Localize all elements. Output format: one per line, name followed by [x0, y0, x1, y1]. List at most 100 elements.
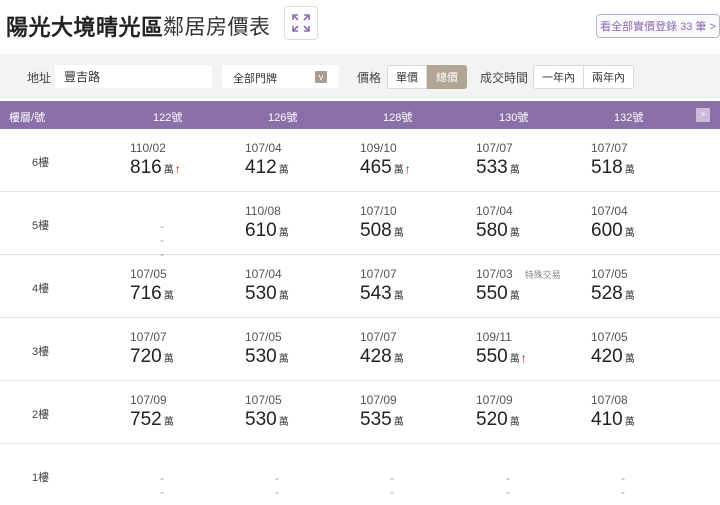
price-value: 550 — [476, 346, 508, 367]
deal-date: 107/05 — [591, 267, 628, 281]
price-value: 533 — [476, 157, 508, 178]
deal-price: 816 萬↑ — [130, 157, 181, 179]
two-years-toggle[interactable]: 兩年內 — [583, 65, 634, 89]
deal-date-text: 107/05 — [591, 330, 628, 344]
price-unit: 萬 — [624, 291, 635, 302]
deal-price: 543 萬 — [360, 283, 404, 305]
empty-mark: --- — [506, 471, 511, 505]
deal-price: 518 萬 — [591, 157, 635, 179]
deal-date: 107/08 — [591, 393, 628, 407]
price-value: 543 — [360, 283, 392, 304]
price-unit: 萬 — [163, 291, 174, 302]
price-unit: 萬 — [509, 417, 520, 428]
price-value: 520 — [476, 409, 508, 430]
deal-date: 107/05 — [245, 393, 282, 407]
address-label: 地址 — [27, 71, 52, 85]
price-up-arrow-icon: ↑ — [174, 162, 181, 176]
deal-date: 107/04 — [245, 267, 282, 281]
price-value: 535 — [360, 409, 392, 430]
price-value: 465 — [360, 157, 392, 178]
door-number-select[interactable]: 全部門牌 v — [222, 65, 339, 88]
deal-date-text: 107/04 — [245, 267, 282, 281]
floor-label: 1樓 — [32, 472, 50, 484]
table-header: 樓層/號 122號 126號 128號 130號 132號 > — [0, 101, 720, 129]
column-header: 130號 — [499, 112, 529, 124]
price-unit: 萬 — [624, 165, 635, 176]
price-value: 550 — [476, 283, 508, 304]
price-unit: 萬 — [509, 291, 520, 302]
deal-date: 107/10 — [360, 204, 397, 218]
deal-date: 107/05 — [591, 330, 628, 344]
deal-price: 465 萬↑ — [360, 157, 411, 179]
deal-date: 107/05 — [245, 330, 282, 344]
price-unit: 萬 — [509, 354, 520, 365]
price-unit: 萬 — [278, 291, 289, 302]
deal-date-text: 107/09 — [476, 393, 513, 407]
deal-price: 428 萬 — [360, 346, 404, 368]
address-input[interactable] — [55, 65, 212, 88]
empty-mark: --- — [621, 471, 626, 505]
deal-date-text: 107/07 — [476, 141, 513, 155]
deal-price: 530 萬 — [245, 283, 289, 305]
price-unit: 萬 — [393, 228, 404, 239]
deal-price: 580 萬 — [476, 220, 520, 242]
deal-date: 107/07 — [130, 330, 167, 344]
next-columns-button[interactable]: > — [696, 108, 710, 122]
deal-price: 752 萬 — [130, 409, 174, 431]
price-value: 428 — [360, 346, 392, 367]
table-row: 5樓 --- 110/08 610 萬 107/10 508 萬 107/04 580 萬 107/0… — [0, 192, 720, 261]
price-unit: 萬 — [624, 417, 635, 428]
price-value: 518 — [591, 157, 623, 178]
deal-price: 530 萬 — [245, 409, 289, 431]
deal-date: 109/10 — [360, 141, 397, 155]
deal-price: 412 萬 — [245, 157, 289, 179]
page-header: 陽光大境晴光區 鄰居房價表 看全部實價登錄 33 筆 > — [0, 0, 720, 48]
deal-date: 107/09 — [360, 393, 397, 407]
one-year-toggle[interactable]: 一年內 — [533, 65, 584, 89]
filter-bar: 地址 全部門牌 v 價格 單價 總價 成交時間 一年內 兩年內 — [0, 54, 720, 99]
price-value: 530 — [245, 283, 277, 304]
deal-price: 716 萬 — [130, 283, 174, 305]
column-header: 128號 — [383, 112, 413, 124]
expand-button[interactable] — [284, 6, 318, 40]
deal-date: 110/02 — [130, 141, 166, 155]
total-price-toggle[interactable]: 總價 — [427, 65, 467, 89]
deal-date: 109/11 — [476, 330, 512, 344]
deal-date: 107/09 — [476, 393, 513, 407]
floor-label: 4樓 — [32, 283, 50, 295]
deal-price: 720 萬 — [130, 346, 174, 368]
price-unit: 萬 — [163, 417, 174, 428]
price-unit: 萬 — [509, 228, 520, 239]
deal-date-text: 109/10 — [360, 141, 397, 155]
table-row: 2樓 107/09 752 萬 107/05 530 萬 107/09 535 萬 107/09 52… — [0, 381, 720, 444]
price-value: 600 — [591, 220, 623, 241]
price-unit: 萬 — [278, 165, 289, 176]
unit-price-toggle[interactable]: 單價 — [387, 65, 427, 89]
deal-price: 410 萬 — [591, 409, 635, 431]
price-unit: 萬 — [163, 165, 174, 176]
price-unit: 萬 — [278, 354, 289, 365]
empty-mark: --- — [275, 471, 280, 505]
deal-date: 107/04 — [476, 204, 513, 218]
price-unit: 萬 — [624, 228, 635, 239]
price-value: 508 — [360, 220, 392, 241]
deal-price: 528 萬 — [591, 283, 635, 305]
deal-price: 600 萬 — [591, 220, 635, 242]
chevron-down-icon: v — [315, 71, 327, 83]
price-unit: 萬 — [278, 417, 289, 428]
deal-date-text: 107/07 — [360, 267, 397, 281]
deal-date-text: 107/03 — [476, 267, 513, 281]
special-deal-badge: 特殊交易 — [524, 270, 561, 280]
deal-date-text: 109/11 — [476, 330, 512, 344]
deal-price: 550 萬 — [476, 283, 520, 305]
all-records-button[interactable]: 看全部實價登錄 33 筆 > — [596, 14, 720, 38]
price-unit: 萬 — [624, 354, 635, 365]
floor-label: 3樓 — [32, 346, 50, 358]
price-unit: 萬 — [163, 354, 174, 365]
deal-date: 107/07 — [360, 330, 397, 344]
deal-date: 107/07 — [476, 141, 513, 155]
deal-date-text: 107/08 — [591, 393, 628, 407]
price-unit: 萬 — [278, 228, 289, 239]
deal-time-label: 成交時間 — [480, 71, 529, 85]
deal-date-text: 110/08 — [245, 204, 281, 218]
